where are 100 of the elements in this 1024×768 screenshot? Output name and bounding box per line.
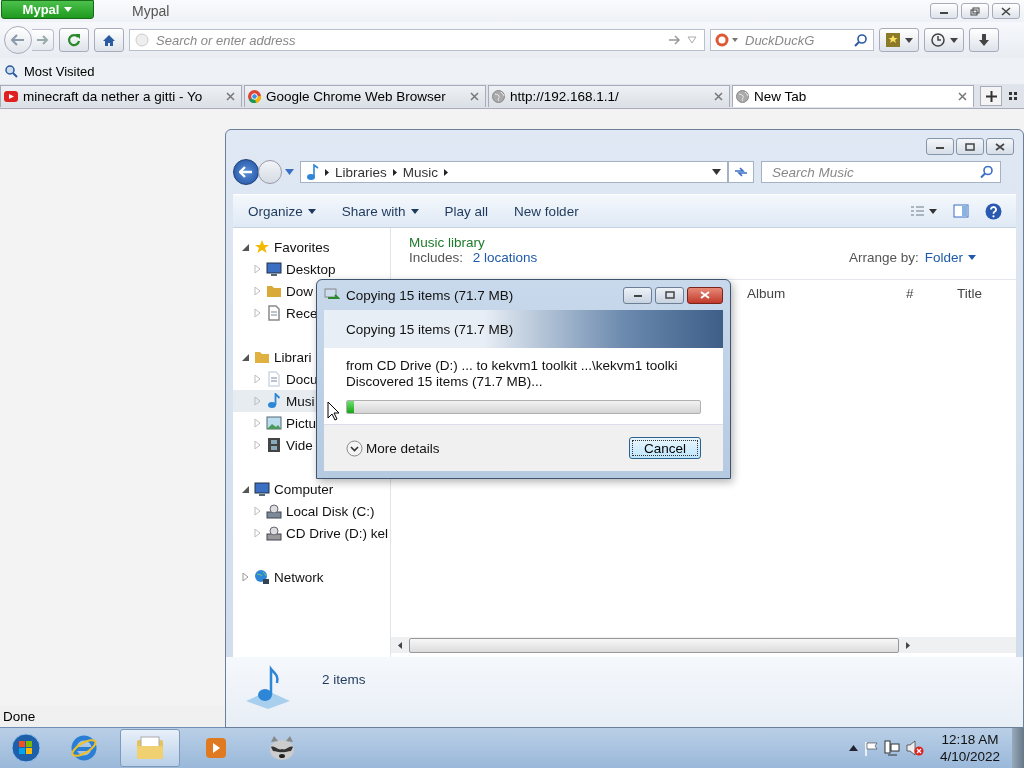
collapse-arrow-icon[interactable] [242, 353, 249, 361]
maximize-button[interactable] [956, 138, 984, 155]
star-icon [254, 239, 270, 255]
breadcrumb-item[interactable]: Libraries [335, 164, 387, 180]
plus-icon [985, 90, 997, 102]
search-icon[interactable] [980, 165, 993, 179]
monitor-icon [254, 481, 270, 497]
minimize-button[interactable] [930, 3, 958, 19]
toolbar-button[interactable]: New folder [509, 198, 584, 224]
tree-item[interactable]: Favorites [233, 236, 390, 258]
browser-tab[interactable]: New Tab [732, 85, 974, 107]
dropdown-icon[interactable] [712, 169, 721, 175]
tree-item[interactable]: Computer [233, 478, 390, 500]
address-field[interactable]: Search or enter address [129, 29, 705, 51]
toolbar-button[interactable]: Share with [336, 198, 424, 224]
cancel-button[interactable]: Cancel [629, 437, 701, 459]
close-button[interactable] [687, 286, 723, 304]
collapse-arrow-icon[interactable] [242, 243, 249, 251]
tree-item[interactable]: Local Disk (C:) [233, 500, 390, 522]
arrange-label: Arrange by: [848, 250, 919, 265]
dialog-heading: Copying 15 items (71.7 MB) [346, 321, 514, 337]
bookmarks-button[interactable] [879, 28, 919, 52]
browser-tab[interactable]: http://192.168.1.1/ [488, 85, 730, 107]
restore-button[interactable] [961, 3, 989, 19]
tree-item[interactable]: Pictu [233, 412, 390, 434]
chevron-icon[interactable] [325, 168, 329, 176]
dialog-title: Copying 15 items (71.7 MB) [346, 287, 514, 303]
tree-item[interactable]: CD Drive (D:) kel [233, 522, 390, 544]
breadcrumb-bar[interactable]: Libraries Music [300, 161, 728, 183]
new-tab-button[interactable] [980, 86, 1002, 106]
tree-item[interactable]: Network [233, 566, 390, 588]
maximize-button[interactable] [655, 286, 684, 304]
download-arrow-icon [977, 33, 991, 47]
column-header[interactable]: Title [957, 286, 982, 301]
home-button[interactable] [94, 28, 124, 52]
raccoon-icon [268, 735, 296, 761]
tree-item[interactable]: Rece [233, 302, 390, 324]
expand-arrow-icon[interactable] [242, 573, 249, 581]
chevron-icon[interactable] [392, 168, 397, 176]
column-header[interactable]: Album [747, 286, 786, 301]
progress-status: Discovered 15 items (71.7 MB)... [346, 374, 544, 390]
breadcrumb-item[interactable]: Music [402, 164, 439, 180]
history-button[interactable] [924, 28, 964, 52]
refresh-button[interactable] [728, 161, 754, 183]
status-text: Done [3, 709, 36, 724]
scroll-left-icon[interactable] [398, 641, 402, 649]
minimize-button[interactable] [623, 286, 652, 304]
bookmark-item[interactable]: Most Visited [24, 63, 95, 79]
close-tab-icon[interactable] [470, 92, 479, 101]
item-count: 2 items [322, 672, 366, 687]
search-field[interactable]: Search Music [761, 161, 1001, 183]
folder-icon [254, 349, 270, 365]
forward-button[interactable] [32, 29, 54, 51]
collapse-arrow-icon[interactable] [242, 485, 249, 493]
close-tab-icon[interactable] [958, 92, 967, 101]
more-details-button[interactable]: More details [346, 439, 440, 457]
flag-icon[interactable] [863, 740, 878, 756]
tree-item[interactable]: Desktop [233, 258, 390, 280]
chevron-icon[interactable] [444, 168, 449, 176]
locations-link[interactable]: 2 locations [472, 250, 538, 265]
column-header[interactable]: # [906, 286, 914, 301]
caret-icon[interactable] [732, 38, 738, 42]
list-view-icon [910, 205, 924, 217]
chevron-down-icon [346, 439, 363, 457]
play-icon [204, 736, 228, 760]
back-button[interactable] [233, 159, 259, 185]
close-button[interactable] [992, 3, 1020, 19]
search-field[interactable]: DuckDuckG [710, 29, 874, 51]
close-button[interactable] [986, 138, 1014, 155]
drive-icon [266, 503, 282, 519]
toolbar-button[interactable]: Organize [243, 198, 321, 224]
clock[interactable]: 12:18 AM 4/10/2022 [939, 731, 1000, 765]
toolbar-button[interactable]: Play all [439, 198, 494, 224]
search-engine-icon[interactable] [715, 33, 729, 47]
reload-button[interactable] [59, 28, 89, 52]
browser-tab[interactable]: Google Chrome Web Browser [244, 85, 486, 107]
caret-icon [904, 37, 913, 43]
search-icon[interactable] [854, 33, 868, 47]
minimize-button[interactable] [926, 138, 954, 155]
copy-route: from CD Drive (D:) ... to kekvm1 toolkit ...\kekvm1 toolki [346, 358, 679, 374]
arrange-dropdown[interactable]: Folder [924, 250, 976, 265]
maximize-icon [965, 142, 975, 151]
show-hidden-icons-icon[interactable] [848, 745, 858, 751]
horizontal-scrollbar[interactable] [391, 637, 1016, 653]
back-arrow-icon [11, 34, 25, 46]
back-arrow-icon [239, 166, 253, 178]
close-tab-icon[interactable] [714, 92, 723, 101]
muted-speaker-icon[interactable] [905, 740, 924, 756]
scroll-right-icon[interactable] [906, 641, 910, 649]
forward-arrow-icon [36, 34, 49, 46]
home-icon [102, 33, 116, 47]
history-dropdown-icon[interactable] [285, 169, 294, 175]
minimize-icon [632, 292, 643, 298]
download-button[interactable] [969, 28, 999, 52]
network-icon[interactable] [883, 740, 900, 756]
close-tab-icon[interactable] [226, 92, 235, 101]
browser-tab[interactable]: minecraft da nether a gitti - Yo [0, 85, 242, 107]
go-arrow-icon[interactable] [669, 35, 681, 45]
grid-icon[interactable] [1009, 92, 1017, 100]
close-icon [700, 291, 710, 299]
